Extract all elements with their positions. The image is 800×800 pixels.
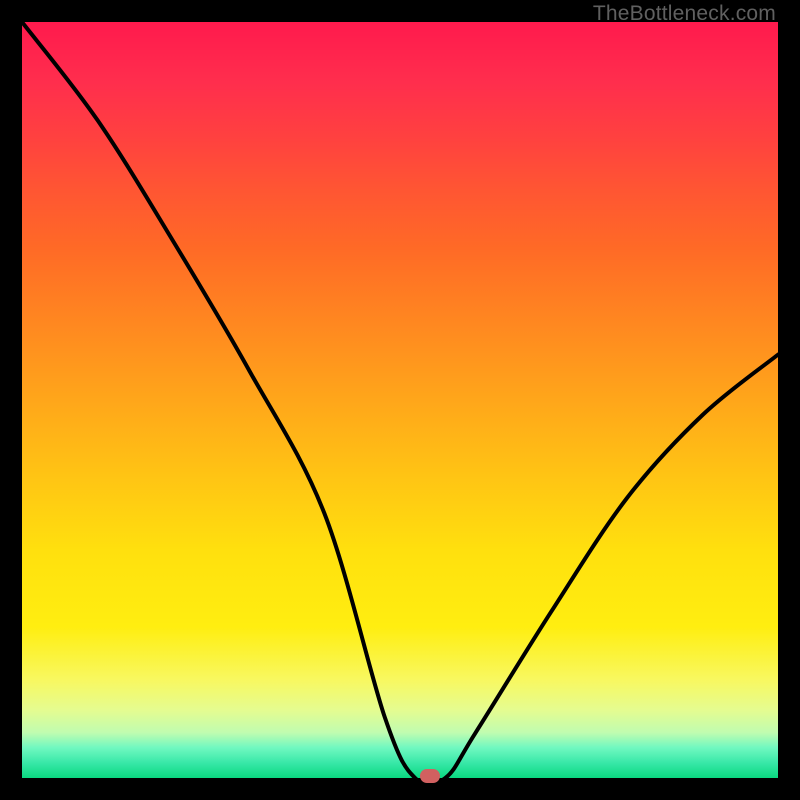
optimal-point-marker: [420, 769, 440, 783]
chart-plot-area: [22, 22, 778, 778]
bottleneck-curve: [22, 22, 778, 778]
attribution-label: TheBottleneck.com: [593, 2, 776, 26]
